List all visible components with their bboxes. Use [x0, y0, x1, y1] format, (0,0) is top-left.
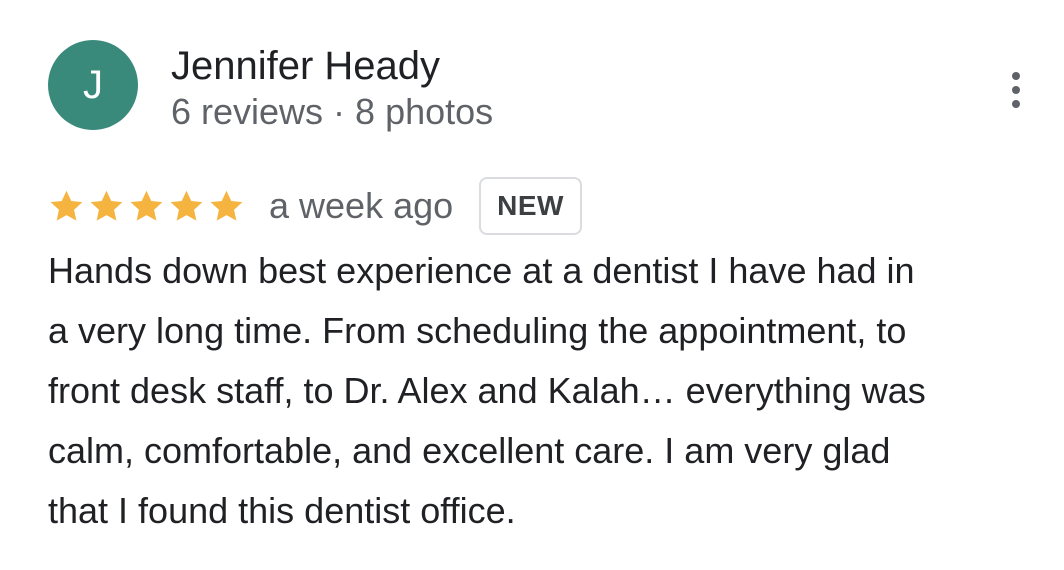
more-vert-icon — [1012, 72, 1020, 80]
new-badge: NEW — [479, 177, 582, 235]
review-time: a week ago — [269, 185, 454, 226]
star-icon — [210, 190, 243, 221]
avatar[interactable]: J — [48, 40, 138, 130]
star-icon — [50, 190, 83, 221]
star-icon — [130, 190, 163, 221]
reviewer-meta: 6 reviews · 8 photos — [171, 91, 494, 132]
review-card: J Jennifer Heady 6 reviews · 8 photos a … — [0, 0, 1064, 570]
more-vert-icon-dot — [1012, 86, 1020, 94]
star-rating — [48, 188, 245, 225]
star-icon — [90, 190, 123, 221]
more-vert-icon-dot — [1012, 100, 1020, 108]
review-text: Hands down best experience at a dentist … — [48, 250, 926, 531]
rating-row: a week ago NEW — [48, 176, 582, 236]
more-options-button[interactable] — [996, 66, 1036, 114]
star-icon — [170, 190, 203, 221]
avatar-initial: J — [83, 63, 103, 107]
reviewer-name[interactable]: Jennifer Heady — [171, 42, 440, 90]
